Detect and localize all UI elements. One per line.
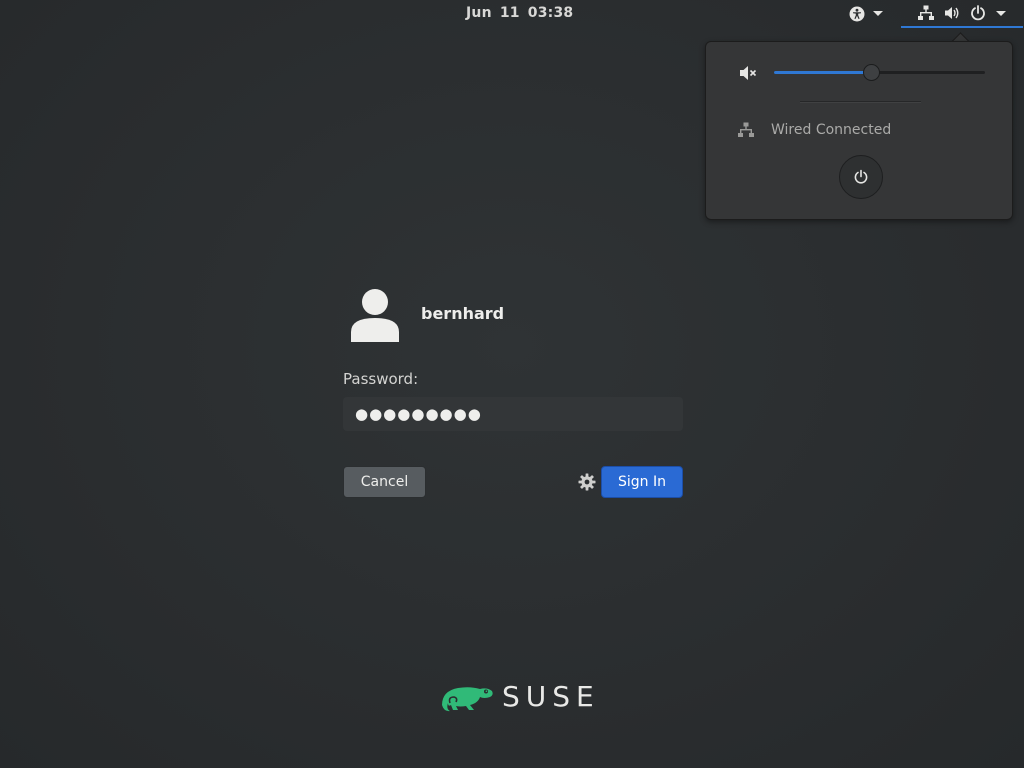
session-settings-button[interactable] [577,472,597,492]
gear-icon [578,473,596,491]
suse-logo: SUSE [440,680,600,713]
top-panel: Jun 11 03:38 [0,0,1024,28]
accessibility-menu[interactable] [843,0,889,27]
menu-separator [800,101,921,103]
username: bernhard [421,304,505,323]
cancel-button[interactable]: Cancel [343,466,426,498]
sign-in-button[interactable]: Sign In [601,466,683,498]
power-off-button[interactable] [839,155,883,199]
power-icon [854,169,868,184]
volume-slider[interactable] [774,64,985,81]
volume-muted-icon[interactable] [739,64,757,82]
chevron-down-icon [873,11,883,16]
network-menu-item[interactable]: Wired Connected [738,122,891,138]
password-input[interactable]: ●●●●●●●●● [343,397,683,431]
avatar-icon [351,289,399,342]
power-icon [971,5,985,21]
suse-logo-text: SUSE [502,680,600,713]
login-screen: Jun 11 03:38 Wired Connected bernhard Pa… [0,0,1024,768]
password-label: Password: [343,370,419,388]
system-menu[interactable] [901,0,1023,28]
network-wired-icon [738,122,754,137]
volume-slider-handle[interactable] [863,64,881,81]
chameleon-logo-icon [442,686,493,711]
chevron-down-icon [996,10,1006,16]
system-menu-popover: Wired Connected [705,41,1013,220]
network-wired-icon [918,5,934,20]
volume-slider-fill [774,71,872,74]
network-status-label: Wired Connected [771,122,892,138]
clock[interactable]: Jun 11 03:38 [466,5,573,21]
volume-icon [945,7,959,19]
accessibility-icon [849,6,865,21]
